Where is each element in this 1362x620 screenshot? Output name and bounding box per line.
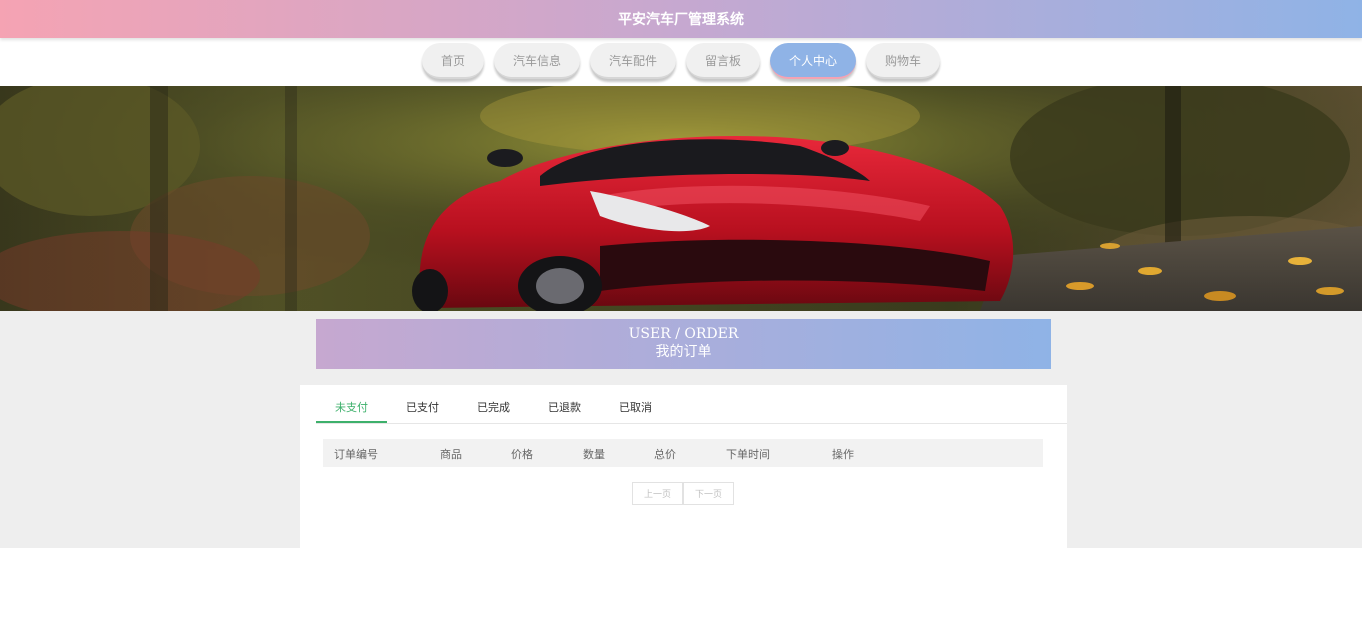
tab-refunded[interactable]: 已退款: [529, 395, 600, 423]
nav-item-personal-center[interactable]: 个人中心: [770, 43, 856, 79]
column-header-actions: 操作: [832, 448, 854, 461]
nav-item-message-board[interactable]: 留言板: [686, 43, 760, 79]
header-bar: 平安汽车厂管理系统: [0, 0, 1362, 38]
tab-unpaid[interactable]: 未支付: [316, 395, 387, 423]
orders-table-header: 订单编号 商品 价格 数量 总价 下单时间 操作: [323, 439, 1043, 467]
tab-completed[interactable]: 已完成: [458, 395, 529, 423]
tab-paid[interactable]: 已支付: [387, 395, 458, 423]
column-header-order-time: 下单时间: [726, 448, 770, 461]
nav-item-cart[interactable]: 购物车: [866, 43, 940, 79]
nav-item-home[interactable]: 首页: [422, 43, 484, 79]
pagination: 上一页 下一页: [632, 482, 734, 505]
column-header-quantity: 数量: [583, 448, 605, 461]
column-header-total: 总价: [654, 448, 676, 461]
tab-cancelled[interactable]: 已取消: [600, 395, 671, 423]
prev-page-button[interactable]: 上一页: [632, 482, 683, 505]
order-status-tabs: 未支付 已支付 已完成 已退款 已取消: [316, 395, 1067, 424]
next-page-button[interactable]: 下一页: [683, 482, 734, 505]
car-illustration: [0, 86, 1362, 311]
column-header-price: 价格: [511, 448, 533, 461]
section-title-cn: 我的订单: [655, 344, 712, 360]
nav-item-car-info[interactable]: 汽车信息: [494, 43, 580, 79]
section-title-en: USER / ORDER: [628, 326, 739, 342]
app-title: 平安汽车厂管理系统: [618, 12, 744, 28]
banner-image: [0, 86, 1362, 311]
main-nav: 首页 汽车信息 汽车配件 留言板 个人中心 购物车: [0, 38, 1362, 86]
column-header-product: 商品: [440, 448, 462, 461]
orders-panel: 未支付 已支付 已完成 已退款 已取消 订单编号 商品 价格 数量 总价 下单时…: [300, 385, 1067, 548]
nav-item-car-parts[interactable]: 汽车配件: [590, 43, 676, 79]
column-header-order-number: 订单编号: [334, 448, 378, 461]
section-header: USER / ORDER 我的订单: [316, 319, 1051, 369]
